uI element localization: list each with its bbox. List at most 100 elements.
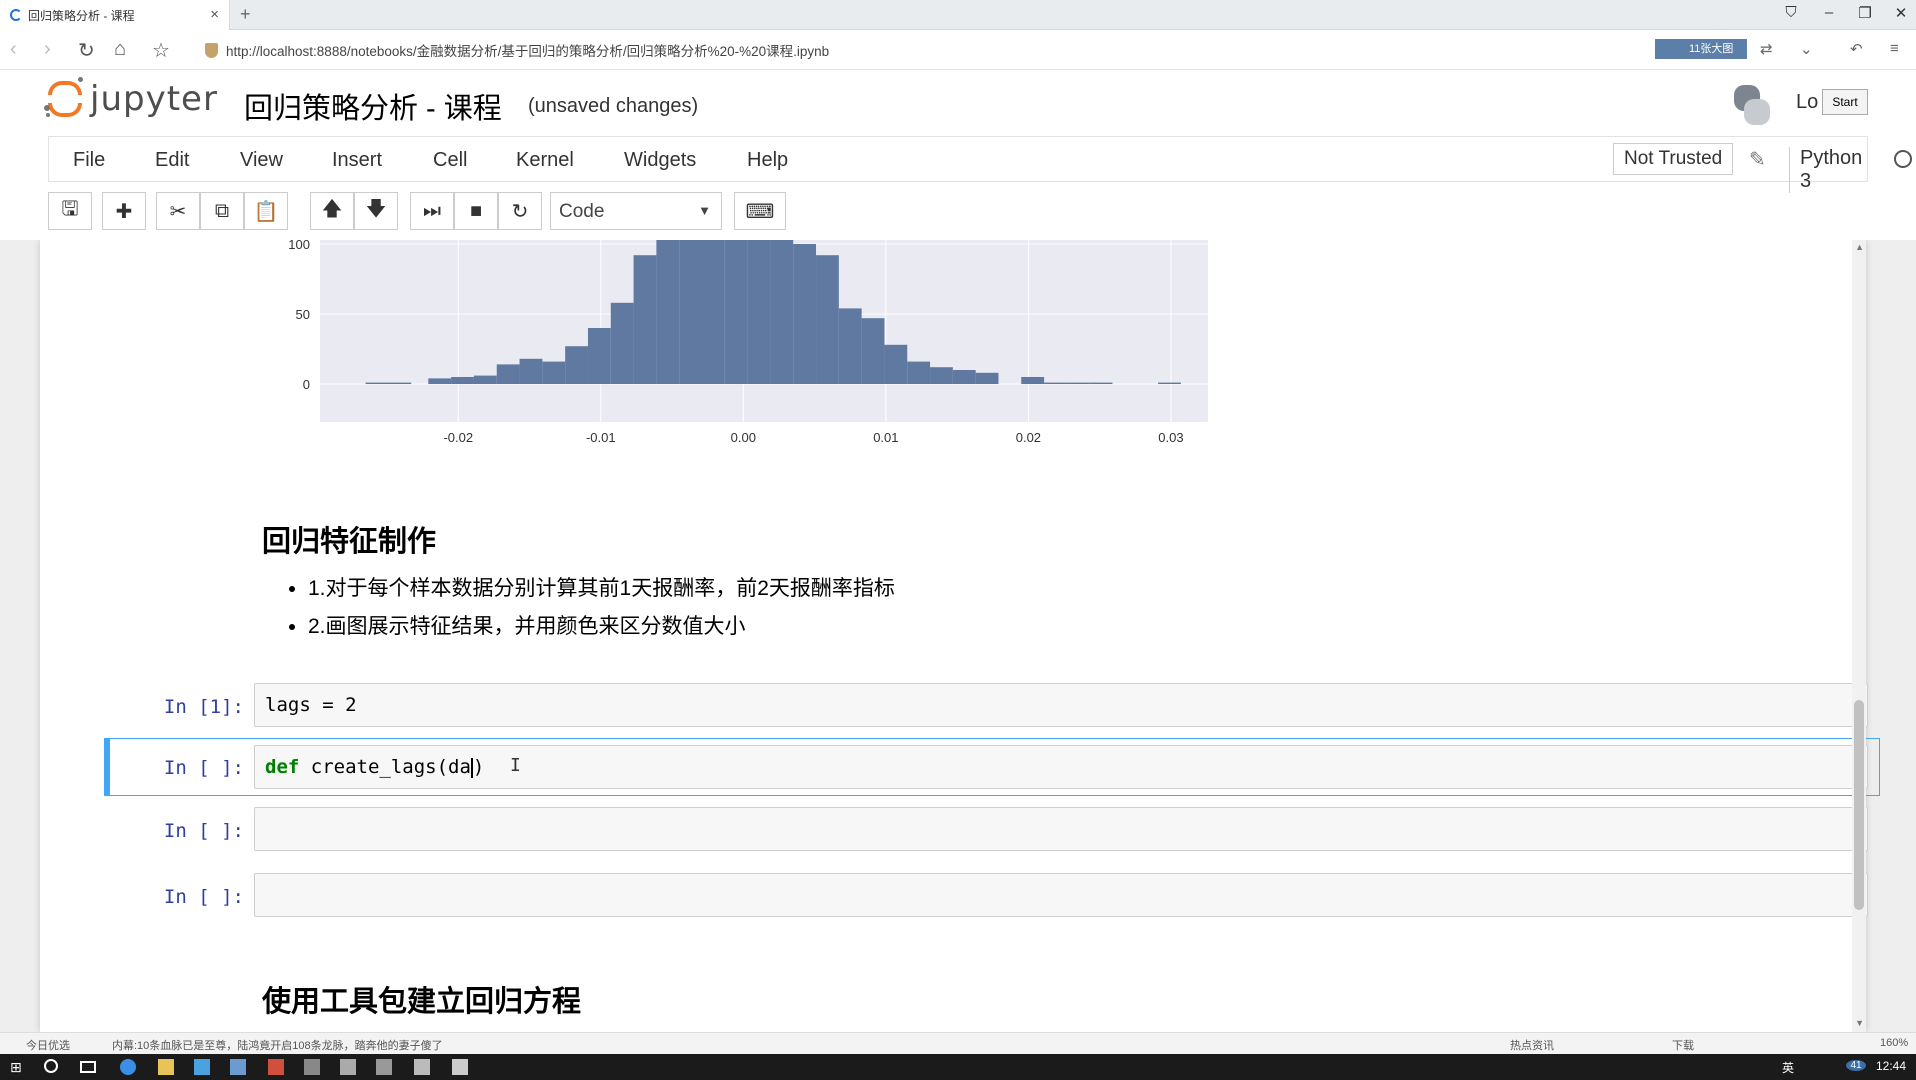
histogram-output: 0 50 100 -0.02 -0.01 0.00 0.01 0.02 0.03	[260, 240, 1220, 460]
menu-insert[interactable]: Insert	[332, 149, 382, 172]
menu-icon[interactable]: ≡	[1890, 40, 1899, 57]
browser-app-icon[interactable]	[120, 1059, 136, 1075]
app-icon[interactable]	[340, 1059, 356, 1075]
minimize-icon[interactable]: –	[1814, 4, 1844, 21]
code-input[interactable]	[254, 807, 1868, 851]
clock[interactable]: 12:44	[1876, 1059, 1906, 1073]
move-down-button[interactable]: 🡇	[354, 192, 398, 230]
cell-prompt: In [ ]:	[163, 886, 244, 908]
file-explorer-icon[interactable]	[158, 1059, 174, 1075]
share-icon[interactable]: ⇄	[1760, 40, 1773, 58]
hot-news-link[interactable]: 热点资讯	[1510, 1037, 1554, 1053]
menu-cell[interactable]: Cell	[433, 149, 467, 172]
restart-button[interactable]: ↻	[498, 192, 542, 230]
list-item: 2.画图展示特征结果，并用颜色来区分数值大小	[308, 610, 895, 640]
not-trusted-button[interactable]: Not Trusted	[1613, 143, 1734, 175]
histogram-bar	[587, 328, 611, 384]
code-cell-selected[interactable]: In [ ]: def create_lags(da) I	[104, 738, 1880, 796]
menu-kernel[interactable]: Kernel	[516, 149, 574, 172]
x-tick-label: 0.01	[873, 430, 898, 445]
arrow-up-icon: 🡅	[321, 198, 343, 220]
browser-tab-active[interactable]: 回归策略分析 - 课程 ×	[0, 0, 230, 30]
menu-edit[interactable]: Edit	[155, 149, 189, 172]
markdown-heading-features: 回归特征制作	[262, 526, 437, 558]
menu-help[interactable]: Help	[747, 149, 788, 172]
histogram-bar	[907, 361, 931, 384]
undo-icon[interactable]: ↶	[1850, 40, 1863, 58]
input-language[interactable]: 英	[1782, 1059, 1794, 1076]
scrollbar-thumb[interactable]	[1854, 700, 1864, 910]
paste-button[interactable]: 📋	[244, 192, 288, 230]
login-text[interactable]: Lo	[1796, 91, 1818, 114]
windows-start-icon[interactable]: ⊞	[10, 1059, 26, 1075]
close-tab-icon[interactable]: ×	[210, 6, 219, 23]
menu-view[interactable]: View	[240, 149, 283, 172]
insert-cell-button[interactable]: ✚	[102, 192, 146, 230]
task-view-icon[interactable]	[80, 1061, 96, 1073]
app-icon[interactable]	[304, 1059, 320, 1075]
move-up-button[interactable]: 🡅	[310, 192, 354, 230]
y-tick-label: 0	[303, 377, 310, 392]
app-icon[interactable]	[452, 1059, 468, 1075]
cell-prompt: In [ ]:	[163, 820, 244, 842]
scrollbar[interactable]: ▲ ▼	[1852, 240, 1866, 1032]
menu-file[interactable]: File	[73, 149, 105, 172]
notebook-title[interactable]: 回归策略分析 - 课程	[244, 85, 502, 127]
pencil-icon[interactable]: ✎	[1749, 147, 1766, 172]
histogram-bar	[365, 382, 412, 384]
histogram-bar	[565, 346, 588, 384]
histogram-bar	[656, 240, 680, 384]
notification-badge[interactable]: 41	[1846, 1060, 1866, 1071]
app-icon[interactable]	[414, 1059, 430, 1075]
cell-type-select[interactable]: Code ▼	[550, 192, 722, 230]
cut-button[interactable]: ✂	[156, 192, 200, 230]
app-icon[interactable]	[376, 1059, 392, 1075]
run-button[interactable]: ⏭	[410, 192, 454, 230]
histogram-bar	[1044, 382, 1067, 384]
copy-button[interactable]: ⧉	[200, 192, 244, 230]
zoom-level[interactable]: 160%	[1880, 1037, 1908, 1049]
menu-bar: File Edit View Insert Cell Kernel Widget…	[48, 136, 1912, 193]
code-input-active[interactable]: def create_lags(da)	[254, 745, 1868, 789]
scroll-down-icon[interactable]: ▼	[1855, 1018, 1864, 1028]
close-window-icon[interactable]: ✕	[1886, 4, 1916, 22]
code-cell[interactable]: In [ ]:	[104, 804, 1880, 854]
code-input[interactable]	[254, 873, 1868, 917]
news-ticker[interactable]: 内幕:10条血脉已是至尊，陆鸿竟开启108条龙脉，踏奔他的妻子傻了	[112, 1037, 443, 1053]
reload-icon[interactable]: ↻	[78, 38, 95, 63]
app-icon[interactable]	[194, 1059, 210, 1075]
command-palette-button[interactable]: ⌨	[734, 192, 786, 230]
code-cell[interactable]: In [ ]:	[104, 870, 1880, 920]
os-taskbar: ⊞ 英 41 12:44	[0, 1054, 1916, 1080]
app-icon[interactable]	[268, 1059, 284, 1075]
scroll-up-icon[interactable]: ▲	[1855, 242, 1864, 252]
jupyter-logo[interactable]: jupyter	[44, 77, 218, 121]
today-picks-link[interactable]: 今日优选	[26, 1037, 70, 1053]
chevron-down-icon[interactable]: ⌄	[1800, 40, 1813, 58]
extension-badge[interactable]: 11张大图	[1655, 39, 1747, 59]
interrupt-button[interactable]: ■	[454, 192, 498, 230]
bookmark-star-icon[interactable]: ☆	[152, 38, 170, 63]
histogram-bar	[1066, 382, 1090, 384]
search-icon[interactable]	[44, 1059, 58, 1073]
histogram-bar	[701, 240, 725, 384]
code-input[interactable]: lags = 2	[254, 683, 1868, 727]
code-cell[interactable]: In [1]: lags = 2	[104, 680, 1880, 730]
back-icon[interactable]: ‹	[10, 38, 17, 61]
histogram-bar	[1158, 382, 1181, 384]
download-link[interactable]: 下载	[1672, 1037, 1694, 1053]
python-logo-icon	[1730, 83, 1774, 127]
shirt-icon[interactable]: ⛉	[1776, 4, 1806, 21]
start-button[interactable]: Start	[1822, 89, 1868, 115]
code-text-close: )	[472, 756, 485, 778]
forward-icon[interactable]: ›	[44, 38, 51, 61]
jupyter-logo-text: jupyter	[90, 79, 218, 119]
histogram-bar	[793, 244, 817, 384]
menu-widgets[interactable]: Widgets	[624, 149, 696, 172]
restore-icon[interactable]: ❐	[1850, 4, 1880, 22]
app-icon[interactable]	[230, 1059, 246, 1075]
url-field[interactable]: http://localhost:8888/notebooks/金融数据分析/基…	[205, 36, 1625, 64]
save-button[interactable]: 🖫	[48, 192, 92, 230]
home-icon[interactable]: ⌂	[114, 38, 126, 61]
new-tab-icon[interactable]: +	[240, 4, 251, 25]
